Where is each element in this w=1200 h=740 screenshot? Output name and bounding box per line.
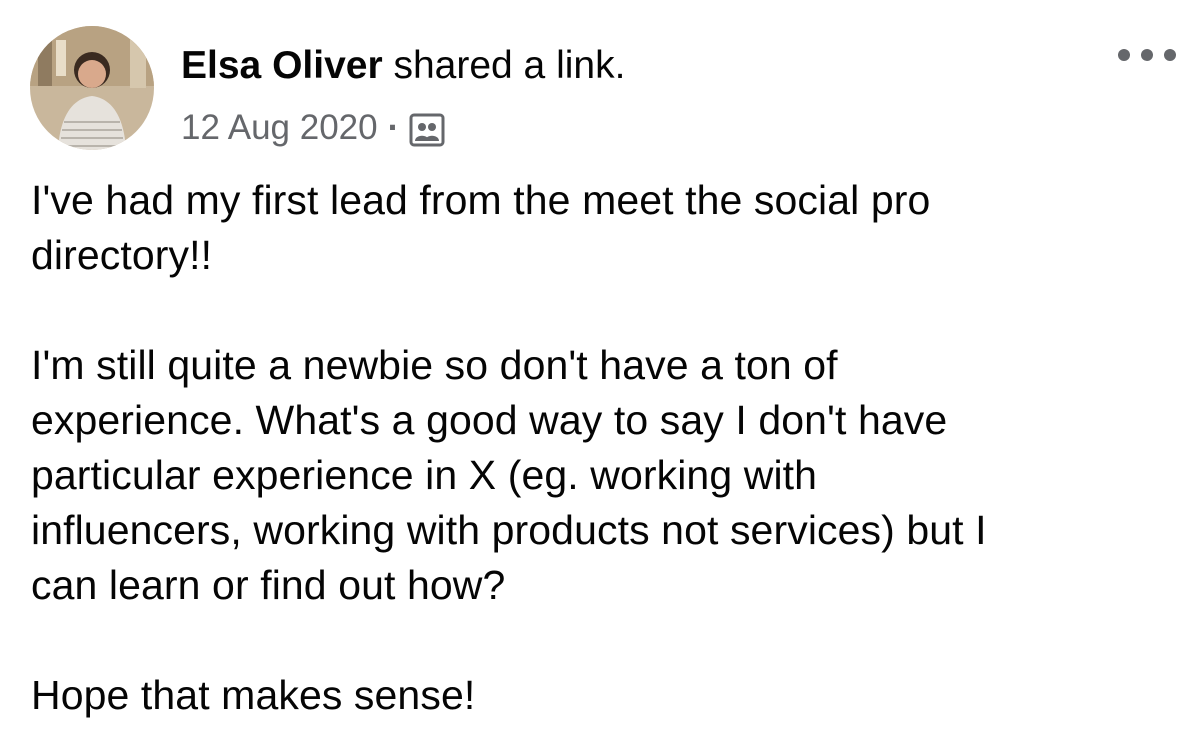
- avatar-photo: [30, 26, 154, 150]
- more-options-icon: [1118, 49, 1130, 61]
- post-action-text: shared a link.: [382, 44, 626, 87]
- post-header-title: Elsa Oliver shared a link.: [181, 42, 625, 90]
- author-avatar[interactable]: [30, 26, 154, 150]
- group-icon[interactable]: [409, 113, 445, 147]
- post-body: I've had my first lead from the meet the…: [31, 173, 1181, 723]
- post-paragraph: Hope that makes sense!: [31, 672, 476, 718]
- feed-post: Elsa Oliver shared a link. 12 Aug 2020 ·…: [0, 0, 1200, 740]
- more-options-dot: [1164, 49, 1176, 61]
- meta-separator: ·: [387, 108, 400, 147]
- post-meta: 12 Aug 2020 ·: [181, 106, 445, 150]
- more-options-button[interactable]: [1118, 40, 1176, 70]
- post-timestamp[interactable]: 12 Aug 2020: [181, 106, 378, 150]
- post-paragraph: I'm still quite a newbie so don't have a…: [31, 342, 987, 608]
- author-name-link[interactable]: Elsa Oliver: [181, 44, 383, 87]
- more-options-dot: [1141, 49, 1153, 61]
- post-paragraph: I've had my first lead from the meet the…: [31, 177, 931, 278]
